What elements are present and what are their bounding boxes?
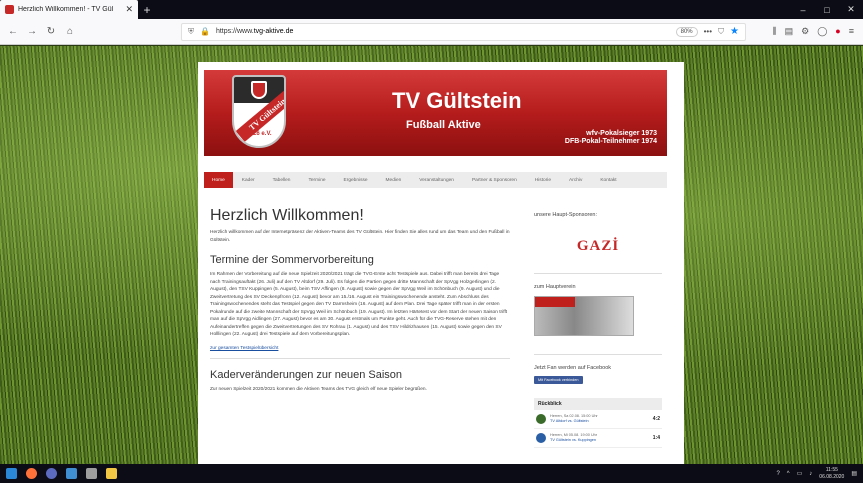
zoom-level[interactable]: 80% — [675, 26, 698, 37]
navigation-bar: ← → ↻ ⌂ ⛨ 🔒 https://www.tvg-aktive.de 80… — [0, 19, 863, 45]
clock-date: 06.08.2020 — [819, 473, 845, 480]
sponsors-label: unsere Haupt-Sponsoren: — [534, 212, 597, 218]
match-score: 1:4 — [652, 435, 660, 441]
site-header: TV Gültstein 1926 e.V. TV Gültstein Fußb… — [204, 70, 667, 156]
new-tab-button[interactable]: + — [138, 0, 156, 19]
system-tray: ? ^ ▭ ♪ 11:55 06.08.2020 ▤ — [776, 467, 857, 481]
url-prefix: https://www. — [215, 28, 254, 35]
match-info: Herren, Sa 02.08. 15:00 Uhr TV Altdorf v… — [550, 414, 649, 424]
club-crest-logo[interactable]: TV Gültstein 1926 e.V. — [232, 75, 286, 148]
facebook-label: Jetzt Fan werden auf Facebook — [534, 365, 612, 371]
reload-icon[interactable]: ↻ — [43, 24, 59, 40]
addon-icon[interactable]: ● — [835, 26, 840, 37]
match-teams[interactable]: TV Altdorf vs. Gültstein — [550, 419, 589, 423]
network-icon[interactable]: ▭ — [797, 470, 803, 477]
section-title-termine: Termine der Sommervorbereitung — [210, 254, 374, 266]
menu-item-tabellen[interactable]: Tabellen — [264, 178, 300, 183]
team-logo-icon — [536, 414, 546, 424]
app-icon[interactable] — [66, 468, 77, 479]
section-text-termine: Im Rahmen der Vorbereitung auf die neue … — [210, 272, 508, 337]
page-heading: Herzlich Willkommen! — [210, 207, 364, 224]
testspiel-link[interactable]: zur gesamten Testspielübersicht — [210, 346, 510, 351]
rueckblick-header: Rückblick — [534, 398, 662, 410]
tab-title: Herzlich Willkommen! - TV Gül — [18, 6, 114, 13]
section-title-kader: Kaderveränderungen zur neuen Saison — [210, 368, 403, 381]
sync-icon[interactable]: ◯ — [817, 26, 827, 37]
crest-year: 1926 e.V. — [246, 131, 272, 137]
menu-item-historie[interactable]: Historie — [526, 178, 560, 183]
menu-item-veranstaltungen[interactable]: Veranstaltungen — [410, 178, 463, 183]
menu-item-ergebnisse[interactable]: Ergebnisse — [335, 178, 377, 183]
menu-item-kontakt[interactable]: Kontakt — [591, 178, 625, 183]
notification-icon[interactable]: ▤ — [851, 470, 857, 477]
file-explorer-icon[interactable] — [106, 468, 117, 479]
match-row[interactable]: Herren, Mi 05.08. 19:00 Uhr TV Gültstein… — [534, 429, 662, 448]
web-viewport: TV Gültstein 1926 e.V. TV Gültstein Fußb… — [0, 46, 863, 464]
sponsor-logo[interactable]: GAZİ — [563, 238, 633, 255]
url-text[interactable]: https://www.tvg-aktive.de — [216, 28, 670, 35]
url-domain: tvg-aktive.de — [253, 28, 294, 35]
forward-icon[interactable]: → — [24, 24, 40, 40]
window-close-icon[interactable]: ✕ — [839, 0, 863, 19]
sidebar-icon[interactable]: ▤ — [785, 26, 794, 37]
menu-icon[interactable]: ≡ — [849, 26, 854, 37]
header-achievements: wfv-Pokalsieger 1973 DFB-Pokal-Teilnehme… — [565, 130, 657, 146]
app-icon[interactable] — [46, 468, 57, 479]
minimize-icon[interactable]: – — [791, 0, 815, 19]
match-row[interactable]: Herren, Sa 02.08. 15:00 Uhr TV Altdorf v… — [534, 410, 662, 429]
sidebar-divider — [534, 273, 662, 274]
volume-icon[interactable]: ♪ — [809, 471, 812, 477]
match-info: Herren, Mi 05.08. 19:00 Uhr TV Gültstein… — [550, 433, 649, 443]
menu-item-home[interactable]: Home — [204, 172, 233, 188]
back-icon[interactable]: ← — [5, 24, 21, 40]
browser-tab[interactable]: Herzlich Willkommen! - TV Gül ✕ — [0, 0, 138, 19]
pocket-icon[interactable]: ⛉ — [718, 27, 724, 37]
start-icon[interactable] — [6, 468, 17, 479]
sidebar-divider — [534, 354, 662, 355]
page-actions-icon[interactable]: ••• — [704, 27, 712, 36]
match-score: 4:2 — [652, 416, 660, 422]
close-tab-icon[interactable]: ✕ — [125, 4, 133, 15]
menu-item-archiv[interactable]: Archiv — [560, 178, 591, 183]
section-text-kader: Zur neuen Spielzeit 2020/2021 kommen die… — [210, 386, 427, 392]
tray-arrow-icon[interactable]: ^ — [787, 471, 790, 477]
main-menu: Home Kader Tabellen Termine Ergebnisse M… — [204, 172, 667, 188]
hauptverein-image[interactable] — [534, 296, 634, 336]
main-content: Herzlich Willkommen! Herzlich willkommen… — [210, 207, 510, 393]
site-subtitle: Fußball Aktive — [406, 119, 481, 131]
sidebar: unsere Haupt-Sponsoren: GAZİ zum Hauptve… — [534, 212, 662, 448]
clock[interactable]: 11:55 06.08.2020 — [819, 467, 844, 481]
app-icon[interactable] — [86, 468, 97, 479]
shield-icon[interactable]: ⛨ — [188, 27, 194, 37]
maximize-icon[interactable]: □ — [815, 0, 839, 19]
menu-item-medien[interactable]: Medien — [377, 178, 411, 183]
facebook-connect-button[interactable]: Mit Facebook verbinden — [534, 376, 583, 384]
page-container: TV Gültstein 1926 e.V. TV Gültstein Fußb… — [198, 62, 684, 464]
help-icon[interactable]: ? — [776, 471, 779, 477]
intro-text: Herzlich willkommen auf der Internetpräs… — [210, 230, 510, 243]
clock-time: 11:55 — [825, 466, 838, 473]
home-icon[interactable]: ⌂ — [62, 24, 78, 40]
browser-tab-bar: Herzlich Willkommen! - TV Gül ✕ + – □ ✕ — [0, 0, 863, 19]
address-bar[interactable]: ⛨ 🔒 https://www.tvg-aktive.de 80% ••• ⛉ … — [181, 22, 746, 41]
match-teams[interactable]: TV Gültstein vs. Kuppingen — [550, 438, 596, 442]
extension-icon[interactable]: ⚙ — [801, 26, 809, 37]
menu-item-kader[interactable]: Kader — [233, 178, 264, 183]
menu-item-termine[interactable]: Termine — [299, 178, 334, 183]
team-logo-icon — [536, 433, 546, 443]
windows-taskbar: ? ^ ▭ ♪ 11:55 06.08.2020 ▤ — [0, 464, 863, 483]
hauptverein-label[interactable]: zum Hauptverein — [534, 284, 662, 290]
divider — [210, 357, 510, 359]
achievement-1: wfv-Pokalsieger 1973 — [586, 130, 657, 137]
site-title: TV Gültstein — [392, 88, 522, 113]
site-favicon-icon — [5, 5, 14, 14]
firefox-icon[interactable] — [26, 468, 37, 479]
menu-item-partner[interactable]: Partner & Sponsoren — [463, 178, 526, 183]
library-icon[interactable]: ⫼ — [772, 26, 776, 37]
bookmark-star-icon[interactable]: ★ — [730, 26, 739, 37]
achievement-2: DFB-Pokal-Teilnehmer 1974 — [564, 138, 657, 145]
lock-icon[interactable]: 🔒 — [200, 27, 210, 36]
